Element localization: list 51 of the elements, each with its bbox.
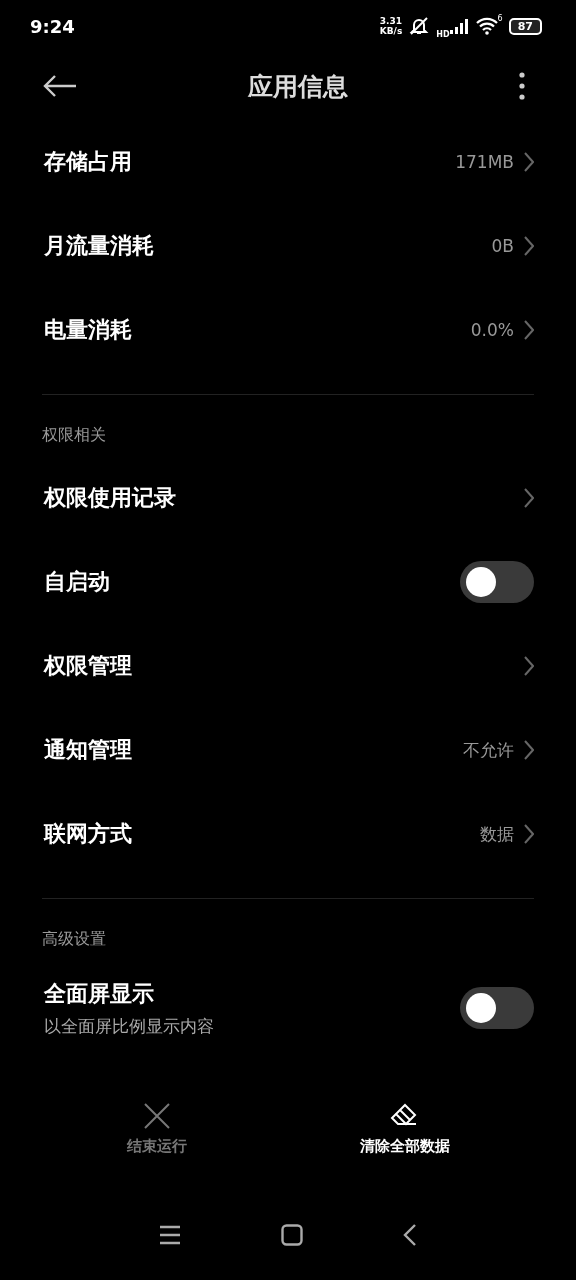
battery-indicator: 87: [508, 17, 542, 35]
settings-row[interactable]: 月流量消耗 0B: [0, 204, 576, 288]
settings-row[interactable]: 自启动: [0, 540, 576, 624]
row-label: 全面屏显示: [44, 979, 155, 1008]
home-icon[interactable]: [281, 1224, 303, 1246]
back-arrow-icon[interactable]: [42, 74, 78, 98]
settings-row[interactable]: 电量消耗 0.0%: [0, 288, 576, 372]
settings-row[interactable]: 权限管理: [0, 624, 576, 708]
signal-icon: [449, 18, 470, 34]
wifi-label: 6: [497, 13, 503, 23]
row-value: 不允许: [463, 738, 514, 762]
wifi-icon: [475, 17, 498, 35]
row-label: 自启动: [44, 568, 111, 596]
settings-row[interactable]: 联网方式 数据: [0, 792, 576, 876]
network-label: HD: [436, 29, 450, 39]
chevron-right-icon: [524, 740, 534, 760]
row-label: 通知管理: [44, 736, 133, 764]
chevron-right-icon: [524, 488, 534, 508]
muted-bell-icon: [408, 16, 431, 36]
more-options-icon[interactable]: [518, 72, 526, 100]
row-label: 联网方式: [44, 820, 133, 848]
row-value: 171MB: [455, 152, 514, 172]
settings-row[interactable]: 存储占用 171MB: [0, 120, 576, 204]
row-label: 存储占用: [44, 148, 133, 176]
settings-row[interactable]: 全面屏显示 以全面屏比例显示内容: [0, 960, 576, 1056]
row-value: 数据: [480, 822, 514, 846]
chevron-right-icon: [524, 824, 534, 844]
chevron-right-icon: [524, 320, 534, 340]
row-label: 权限管理: [44, 652, 133, 680]
clear-data-button[interactable]: 清除全部数据: [355, 1099, 454, 1160]
network-speed: 3.31 KB/s: [379, 16, 403, 36]
row-label: 月流量消耗: [44, 232, 155, 260]
row-value: 0.0%: [470, 320, 514, 340]
row-value: 0B: [491, 236, 514, 256]
toggle-switch[interactable]: [460, 561, 534, 603]
page-title: 应用信息: [248, 70, 348, 103]
row-label: 电量消耗: [44, 316, 133, 344]
row-label: 权限使用记录: [44, 484, 177, 512]
settings-row[interactable]: 权限使用记录: [0, 456, 576, 540]
status-time: 9:24: [30, 15, 75, 37]
chevron-right-icon: [524, 656, 534, 676]
settings-row[interactable]: 通知管理 不允许: [0, 708, 576, 792]
chevron-right-icon: [524, 236, 534, 256]
menu-icon[interactable]: [159, 1225, 181, 1245]
section-header: 高级设置: [41, 929, 107, 950]
close-icon: [143, 1103, 170, 1129]
row-subtitle: 以全面屏比例显示内容: [44, 1014, 215, 1038]
toggle-switch[interactable]: [460, 987, 534, 1029]
chevron-right-icon: [524, 152, 534, 172]
section-header: 权限相关: [41, 425, 107, 446]
back-icon[interactable]: [403, 1224, 417, 1246]
